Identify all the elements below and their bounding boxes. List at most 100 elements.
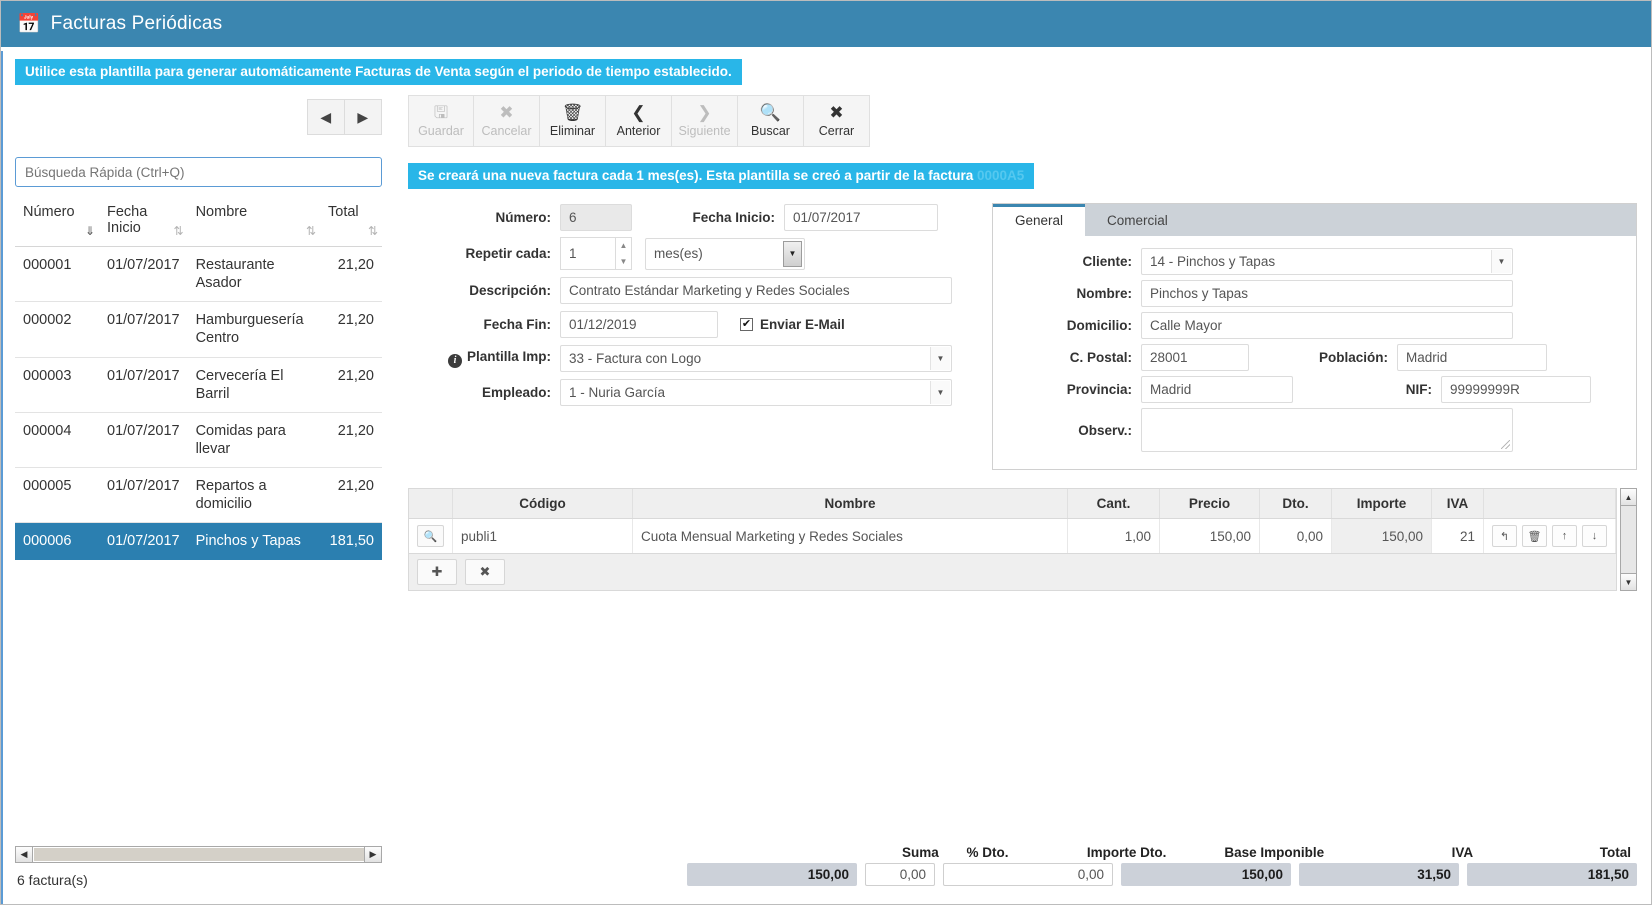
descripcion-field[interactable]: Contrato Estándar Marketing y Redes Soci… xyxy=(560,276,952,304)
label-descripcion: Descripción: xyxy=(469,282,551,298)
label-pct-dto: % Dto. xyxy=(966,845,1009,860)
column-header-fecha-inicio[interactable]: Fecha Inicio ⇅ xyxy=(99,197,188,247)
column-header-total[interactable]: Total ⇅ xyxy=(320,197,382,247)
table-row[interactable]: 000001 01/07/2017 Restaurante Asador 21,20 xyxy=(15,246,382,303)
tab-general[interactable]: General xyxy=(993,204,1086,236)
repetir-value[interactable]: 1 xyxy=(560,237,615,270)
scroll-thumb[interactable] xyxy=(33,847,364,862)
label-empleado: Empleado: xyxy=(481,384,551,400)
periodo-select[interactable]: mes(es) ▼ xyxy=(645,237,805,270)
main-panel: 🖫 Guardar ✖ Cancelar 🗑 Eliminar ❮ Anterior ❯ Sigu… xyxy=(396,85,1651,904)
chevron-down-icon[interactable]: ▼ xyxy=(1491,250,1511,273)
row-empleado: Empleado: 1 - Nuria García ▼ xyxy=(408,378,976,406)
remove-line-button[interactable]: ✖ xyxy=(465,559,505,585)
sort-desc-icon[interactable]: ⇓ xyxy=(85,224,95,238)
arrow-down-icon[interactable]: ↓ xyxy=(1582,525,1607,547)
label-total: Total xyxy=(1599,845,1631,860)
scroll-down-icon[interactable]: ▼ xyxy=(1621,573,1636,590)
domicilio-field[interactable]: Calle Mayor xyxy=(1141,312,1513,339)
buscar-button[interactable]: 🔍 Buscar xyxy=(738,95,804,147)
sort-icon[interactable]: ⇅ xyxy=(174,224,184,238)
pager-next-button[interactable]: ▶ xyxy=(344,99,382,135)
line-items-table: Código Nombre Cant. Precio Dto. Importe … xyxy=(409,489,1616,554)
plantilla-select[interactable]: 33 - Factura con Logo ▼ xyxy=(560,344,952,372)
stepper-up-icon[interactable]: ▲ xyxy=(616,238,631,254)
pager: ◀ ▶ xyxy=(307,99,382,135)
nombre-field[interactable]: Pinchos y Tapas xyxy=(1141,280,1513,307)
stepper-buttons[interactable]: ▲ ▼ xyxy=(615,237,632,270)
importe-dto-input[interactable]: 0,00 xyxy=(943,863,1113,886)
trash-icon[interactable]: 🗑 xyxy=(1522,525,1547,547)
cpostal-field[interactable]: 28001 xyxy=(1141,344,1249,371)
cell-nombre[interactable]: Cuota Mensual Marketing y Redes Sociales xyxy=(632,518,1068,554)
stepper-down-icon[interactable]: ▼ xyxy=(616,254,631,270)
table-row[interactable]: 000005 01/07/2017 Repartos a domicilio 21,2… xyxy=(15,467,382,524)
chevron-down-icon[interactable]: ▼ xyxy=(783,240,802,267)
row-actions: ↰ 🗑 ↑ ↓ xyxy=(1492,525,1607,547)
close-icon: ✖ xyxy=(829,103,844,123)
column-header-numero[interactable]: Número ⇓ xyxy=(15,197,99,247)
cell-importe[interactable]: 150,00 xyxy=(1331,518,1432,554)
enviar-email-checkbox[interactable]: ✔ xyxy=(740,317,753,331)
fecha-inicio-field[interactable]: 01/07/2017 xyxy=(784,203,938,231)
enviar-email-checkbox-group[interactable]: ✔ Enviar E-Mail xyxy=(740,317,845,332)
chevron-down-icon[interactable]: ▼ xyxy=(930,346,950,370)
info-icon[interactable]: i xyxy=(447,353,462,368)
items-vertical-scrollbar[interactable]: ▲ ▼ xyxy=(1620,488,1637,591)
cell-nombre: Cervecería El Barril xyxy=(187,357,320,413)
cell-precio[interactable]: 150,00 xyxy=(1159,518,1260,554)
fecha-fin-field[interactable]: 01/12/2019 xyxy=(560,310,718,338)
empleado-select[interactable]: 1 - Nuria García ▼ xyxy=(560,378,952,406)
scroll-left-icon[interactable]: ◀ xyxy=(16,847,33,862)
scroll-right-icon[interactable]: ▶ xyxy=(364,847,381,862)
poblacion-field[interactable]: Madrid xyxy=(1397,344,1547,371)
pager-prev-button[interactable]: ◀ xyxy=(307,99,345,135)
cell-iva[interactable]: 21 xyxy=(1431,518,1484,554)
cell-dto[interactable]: 0,00 xyxy=(1259,518,1332,554)
page-title: Facturas Periódicas xyxy=(50,13,223,34)
add-line-button[interactable]: ✚ xyxy=(417,559,457,585)
cell-nombre: Repartos a domicilio xyxy=(187,467,320,524)
table-row[interactable]: 000003 01/07/2017 Cervecería El Barril 21,2… xyxy=(15,357,382,413)
scroll-track[interactable] xyxy=(1621,506,1636,573)
label-importe-dto: Importe Dto. xyxy=(1086,845,1167,860)
column-header-nombre[interactable]: Nombre ⇅ xyxy=(187,197,320,247)
total-value: 181,50 xyxy=(1467,863,1637,886)
items-col-dto: Dto. xyxy=(1259,489,1332,519)
list-horizontal-scrollbar[interactable]: ◀ ▶ xyxy=(15,846,382,863)
scroll-up-icon[interactable]: ▲ xyxy=(1621,489,1636,506)
lookup-search-icon[interactable]: 🔍 xyxy=(417,525,444,547)
cerrar-button[interactable]: ✖ Cerrar xyxy=(804,95,870,147)
line-item-row[interactable]: 🔍 publi1 Cuota Mensual Marketing y Redes S… xyxy=(409,518,1616,554)
observ-textarea[interactable] xyxy=(1141,408,1513,452)
row-numero: Número: 6 Fecha Inicio: 01/07/2017 xyxy=(408,203,976,231)
arrow-up-icon[interactable]: ↑ xyxy=(1552,525,1577,547)
search-input[interactable] xyxy=(15,157,382,187)
undo-icon[interactable]: ↰ xyxy=(1492,525,1517,547)
table-row[interactable]: 000002 01/07/2017 Hamburguesería Centro 21,… xyxy=(15,301,382,358)
cell-lookup: 🔍 xyxy=(409,518,453,554)
cell-total: 21,20 xyxy=(320,412,382,469)
pct-dto-input[interactable]: 0,00 xyxy=(865,863,935,886)
tab-comercial[interactable]: Comercial xyxy=(1085,204,1190,236)
cell-cant[interactable]: 1,00 xyxy=(1067,518,1160,554)
label-fecha-inicio: Fecha Inicio: xyxy=(692,209,775,225)
cliente-select[interactable]: 14 - Pinchos y Tapas ▼ xyxy=(1141,248,1513,275)
anterior-button[interactable]: ❮ Anterior xyxy=(606,95,672,147)
items-col-precio: Precio xyxy=(1159,489,1260,519)
eliminar-button[interactable]: 🗑 Eliminar xyxy=(540,95,606,147)
label-poblacion: Población: xyxy=(1318,350,1388,365)
table-row[interactable]: 000004 01/07/2017 Comidas para llevar 21,20 xyxy=(15,412,382,469)
sort-icon[interactable]: ⇅ xyxy=(306,224,316,238)
cell-codigo[interactable]: publi1 xyxy=(452,518,633,554)
sort-icon[interactable]: ⇅ xyxy=(368,224,378,238)
repetir-stepper[interactable]: 1 ▲ ▼ xyxy=(560,237,632,270)
nif-field[interactable]: 99999999R xyxy=(1441,376,1591,403)
chevron-down-icon[interactable]: ▼ xyxy=(930,380,950,404)
table-row[interactable]: 000006 01/07/2017 Pinchos y Tapas 181,50 xyxy=(15,522,382,561)
card-tabs: General Comercial xyxy=(993,204,1636,236)
label-plantilla-text: Plantilla Imp: xyxy=(466,348,551,364)
cell-fecha: 01/07/2017 xyxy=(99,301,188,358)
provincia-field[interactable]: Madrid xyxy=(1141,376,1293,403)
template-info-strip: Se creará una nueva factura cada 1 mes(e… xyxy=(408,163,1035,189)
